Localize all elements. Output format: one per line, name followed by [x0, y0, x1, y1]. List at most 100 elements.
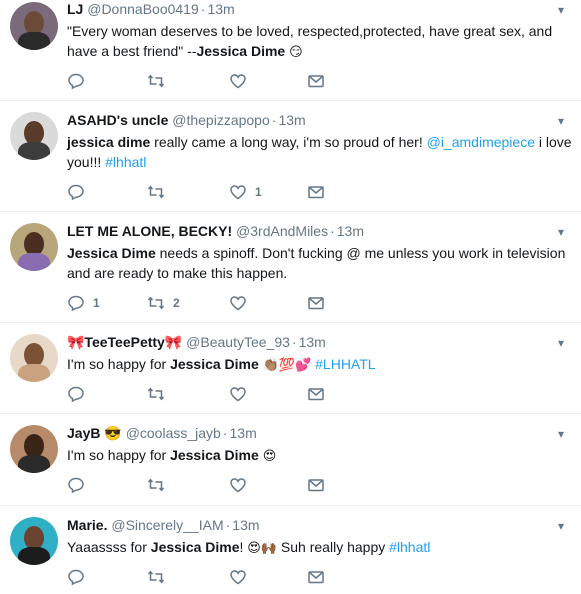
like-count: 1 — [255, 185, 262, 199]
display-name[interactable]: Marie. — [67, 517, 107, 533]
direct-message-button[interactable] — [307, 294, 325, 312]
timestamp[interactable]: 13m — [230, 425, 257, 441]
avatar-body — [18, 364, 50, 382]
heart-icon — [230, 570, 246, 585]
tweet-header: LET ME ALONE, BECKY! @3rdAndMiles · 13m — [67, 222, 364, 240]
avatar[interactable] — [10, 223, 58, 271]
avatar[interactable] — [10, 2, 58, 50]
tweet-text: I'm so happy for Jessica Dime 👏🏽💯💕 #LHHA… — [67, 356, 376, 373]
avatar-body — [18, 253, 50, 271]
tweet-header: LJ @DonnaBoo0419 · 13m — [67, 0, 235, 18]
avatar-body — [18, 455, 50, 473]
retweet-icon — [147, 185, 165, 199]
tweet-actions — [67, 385, 367, 403]
chevron-down-icon[interactable]: ▾ — [553, 335, 569, 351]
display-name[interactable]: JayB 😎 — [67, 425, 122, 441]
user-handle[interactable]: @coolass_jayb — [126, 425, 221, 441]
retweet-count: 2 — [173, 296, 180, 310]
tweet-header: JayB 😎 @coolass_jayb · 13m — [67, 424, 257, 442]
envelope-icon — [308, 75, 324, 88]
like-button[interactable] — [229, 385, 255, 403]
chevron-down-icon[interactable]: ▾ — [553, 113, 569, 129]
direct-message-button[interactable] — [307, 72, 325, 90]
reply-icon — [68, 184, 84, 201]
avatar-body — [18, 32, 50, 50]
tweet[interactable]: LJ @DonnaBoo0419 · 13m ▾ "Every woman dese… — [0, 0, 581, 101]
user-handle[interactable]: @BeautyTee_93 — [186, 334, 290, 350]
timestamp[interactable]: 13m — [337, 223, 364, 239]
timestamp[interactable]: 13m — [207, 1, 234, 17]
display-name[interactable]: LET ME ALONE, BECKY! — [67, 223, 232, 239]
tweet-text: jessica dime really came a long way, i'm… — [67, 134, 572, 170]
envelope-icon — [308, 479, 324, 492]
like-button[interactable]: 1 — [229, 183, 262, 201]
timestamp[interactable]: 13m — [278, 112, 305, 128]
chevron-down-icon[interactable]: ▾ — [553, 2, 569, 18]
tweet[interactable]: Marie. @Sincerely__IAM · 13m ▾ Yaaassss fo… — [0, 506, 581, 594]
envelope-icon — [308, 297, 324, 310]
like-button[interactable] — [229, 476, 255, 494]
like-button[interactable] — [229, 568, 255, 586]
tweet[interactable]: ASAHD's uncle @thepizzapopo · 13m ▾ jessic… — [0, 101, 581, 212]
tweet-actions — [67, 72, 367, 90]
heart-icon — [230, 296, 246, 311]
retweet-button[interactable] — [147, 72, 173, 90]
envelope-icon — [308, 186, 324, 199]
chevron-down-icon[interactable]: ▾ — [553, 518, 569, 534]
retweet-button[interactable] — [147, 476, 173, 494]
reply-icon — [68, 477, 84, 494]
display-name[interactable]: ASAHD's uncle — [67, 112, 168, 128]
reply-button[interactable] — [67, 183, 93, 201]
heart-icon — [230, 478, 246, 493]
retweet-icon — [147, 478, 165, 492]
display-name[interactable]: 🎀TeeTeePetty🎀 — [67, 334, 182, 350]
reply-button[interactable]: 1 — [67, 294, 100, 312]
direct-message-button[interactable] — [307, 183, 325, 201]
tweet[interactable]: LET ME ALONE, BECKY! @3rdAndMiles · 13m ▾ … — [0, 212, 581, 323]
retweet-button[interactable] — [147, 385, 173, 403]
retweet-button[interactable] — [147, 183, 173, 201]
tweet-actions: 1 — [67, 183, 367, 201]
tweet-header: ASAHD's uncle @thepizzapopo · 13m — [67, 111, 306, 129]
timestamp[interactable]: 13m — [299, 334, 326, 350]
reply-count: 1 — [93, 296, 100, 310]
user-handle[interactable]: @DonnaBoo0419 — [87, 1, 199, 17]
avatar[interactable] — [10, 517, 58, 565]
tweet-text: Jessica Dime needs a spinoff. Don't fuck… — [67, 245, 566, 281]
direct-message-button[interactable] — [307, 385, 325, 403]
reply-icon — [68, 569, 84, 586]
avatar[interactable] — [10, 334, 58, 382]
avatar[interactable] — [10, 425, 58, 473]
reply-icon — [68, 386, 84, 403]
chevron-down-icon[interactable]: ▾ — [553, 224, 569, 240]
user-handle[interactable]: @Sincerely__IAM — [111, 517, 223, 533]
reply-button[interactable] — [67, 385, 93, 403]
tweet-text: "Every woman deserves to be loved, respe… — [67, 23, 553, 60]
tweet[interactable]: JayB 😎 @coolass_jayb · 13m ▾ I'm so happy … — [0, 414, 581, 506]
separator-dot: · — [222, 425, 228, 441]
reply-button[interactable] — [67, 72, 93, 90]
tweet-actions: 1 2 — [67, 294, 367, 312]
envelope-icon — [308, 571, 324, 584]
direct-message-button[interactable] — [307, 568, 325, 586]
heart-icon — [230, 74, 246, 89]
timestamp[interactable]: 13m — [232, 517, 259, 533]
reply-button[interactable] — [67, 568, 93, 586]
user-handle[interactable]: @3rdAndMiles — [236, 223, 328, 239]
direct-message-button[interactable] — [307, 476, 325, 494]
display-name[interactable]: LJ — [67, 1, 83, 17]
avatar-body — [18, 142, 50, 160]
like-button[interactable] — [229, 294, 255, 312]
user-handle[interactable]: @thepizzapopo — [172, 112, 270, 128]
avatar[interactable] — [10, 112, 58, 160]
tweet-text: Yaaassss for Jessica Dime! 😍🙌🏾 Suh reall… — [67, 539, 431, 556]
like-button[interactable] — [229, 72, 255, 90]
tweet-text: I'm so happy for Jessica Dime 😍 — [67, 447, 277, 464]
tweet[interactable]: 🎀TeeTeePetty🎀 @BeautyTee_93 · 13m ▾ I'm so… — [0, 323, 581, 414]
reply-button[interactable] — [67, 476, 93, 494]
retweet-button[interactable]: 2 — [147, 294, 180, 312]
envelope-icon — [308, 388, 324, 401]
tweet-header: Marie. @Sincerely__IAM · 13m — [67, 516, 260, 534]
chevron-down-icon[interactable]: ▾ — [553, 426, 569, 442]
retweet-button[interactable] — [147, 568, 173, 586]
